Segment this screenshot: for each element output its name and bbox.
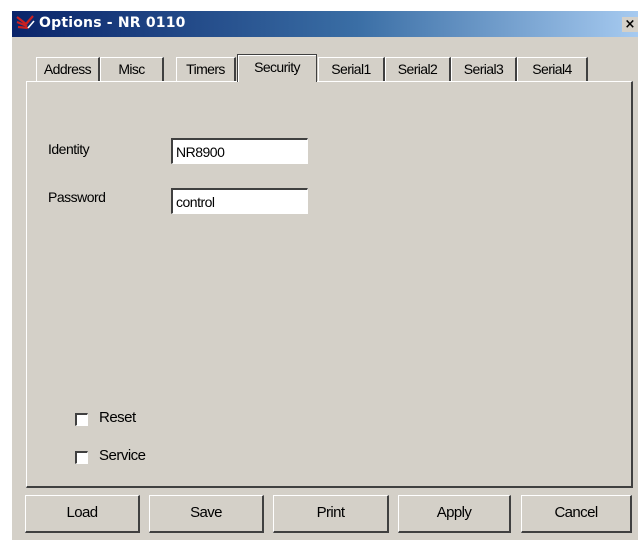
password-field[interactable] — [171, 188, 308, 214]
tab-serial3[interactable]: Serial3 — [451, 57, 517, 81]
service-checkbox[interactable] — [75, 451, 88, 464]
options-dialog: Options - NR 0110 × Address Misc Timers … — [12, 11, 638, 540]
security-tab-panel: Identity Password Reset Service — [26, 81, 633, 488]
save-button[interactable]: Save — [149, 495, 264, 533]
tab-misc[interactable]: Misc — [100, 57, 164, 81]
tab-serial4[interactable]: Serial4 — [517, 57, 588, 81]
network-relay-icon — [16, 15, 35, 30]
reset-label[interactable]: Reset — [99, 409, 136, 426]
tab-serial2[interactable]: Serial2 — [385, 57, 451, 81]
window-title: Options - NR 0110 — [39, 15, 186, 31]
identity-label: Identity — [48, 141, 90, 157]
title-bar[interactable]: Options - NR 0110 × — [12, 11, 638, 37]
load-button[interactable]: Load — [25, 495, 140, 533]
tab-timers[interactable]: Timers — [176, 57, 236, 81]
password-label: Password — [48, 189, 106, 205]
tab-serial1[interactable]: Serial1 — [318, 57, 385, 81]
apply-button[interactable]: Apply — [398, 495, 511, 533]
tab-address[interactable]: Address — [36, 57, 100, 81]
identity-field[interactable] — [171, 138, 308, 164]
cancel-button[interactable]: Cancel — [521, 495, 632, 533]
tab-security[interactable]: Security — [237, 54, 317, 82]
close-icon[interactable]: × — [622, 17, 638, 32]
service-label[interactable]: Service — [99, 447, 146, 464]
reset-checkbox[interactable] — [75, 413, 88, 426]
print-button[interactable]: Print — [273, 495, 389, 533]
